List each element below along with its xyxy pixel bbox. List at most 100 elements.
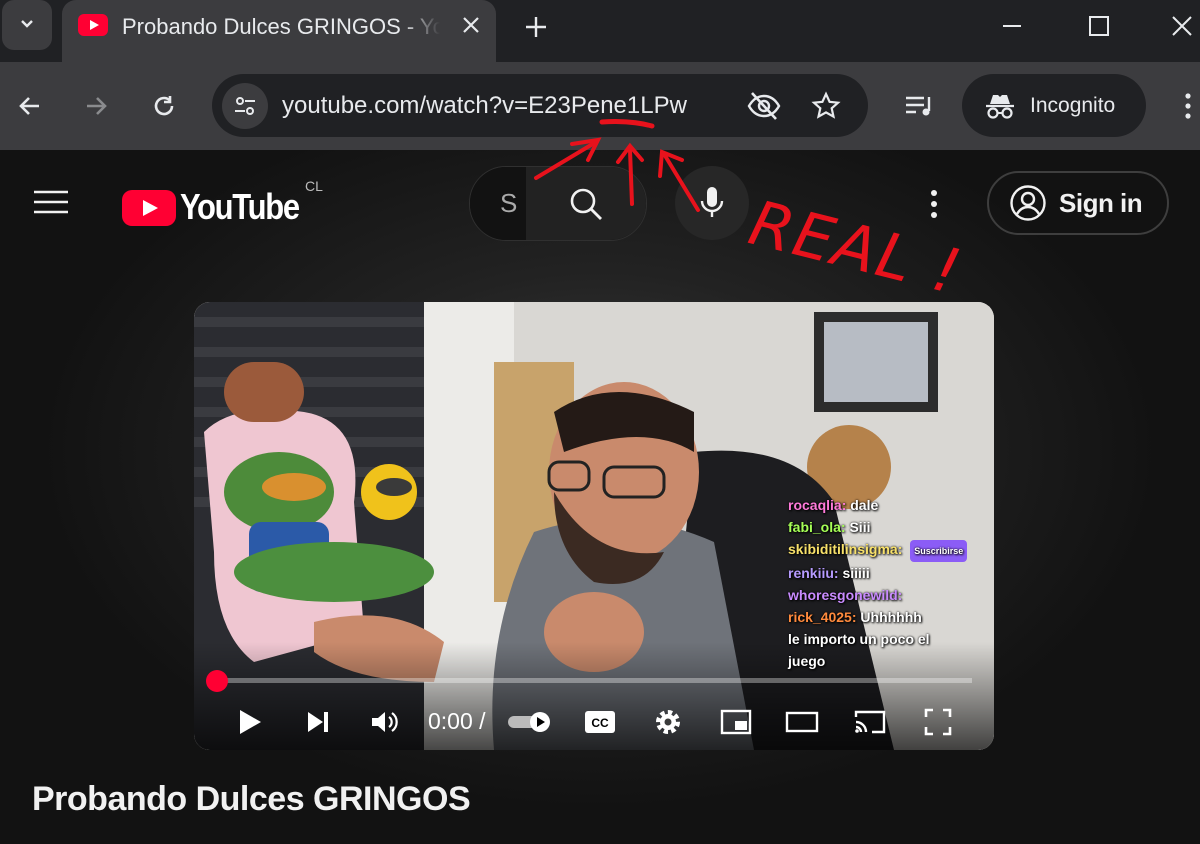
more-vertical-icon (931, 190, 937, 218)
guide-menu-button[interactable] (32, 186, 78, 226)
sign-in-button[interactable]: Sign in (987, 171, 1169, 235)
sign-in-label: Sign in (1059, 187, 1143, 218)
chat-username: rick_4025: (788, 609, 861, 625)
url-text[interactable]: youtube.com/watch?v=E23Pene1LPw (282, 92, 687, 120)
browser-menu-button[interactable] (1166, 84, 1200, 128)
play-button[interactable] (230, 702, 270, 742)
minimize-icon (1003, 25, 1021, 27)
back-button[interactable] (8, 84, 52, 128)
plus-icon (526, 17, 546, 37)
miniplayer-button[interactable] (716, 702, 756, 742)
reload-button[interactable] (142, 84, 186, 128)
maximize-button[interactable] (1077, 6, 1121, 46)
chat-message: whoresgonewild: (788, 584, 988, 606)
settings-more-button[interactable] (916, 184, 952, 224)
fullscreen-icon (924, 708, 952, 736)
star-icon (811, 91, 841, 119)
search-input[interactable]: S (470, 167, 526, 240)
search-box: S (469, 166, 647, 241)
youtube-favicon-icon (78, 14, 108, 36)
chat-message: fabi_ola: Siii (788, 516, 988, 538)
incognito-indicator[interactable]: Incognito (962, 74, 1146, 137)
chat-username: fabi_ola: (788, 519, 850, 535)
more-vertical-icon (1185, 93, 1191, 119)
eye-off-icon (747, 92, 781, 120)
tab-strip: Probando Dulces GRINGOS - YouTube (0, 0, 1200, 62)
hamburger-menu-icon (34, 190, 68, 214)
chat-text: Siii (849, 519, 871, 535)
minimize-button[interactable] (990, 6, 1034, 46)
chat-username: rocaqlia: (788, 497, 851, 513)
chat-username: skibiditilinsigma: (788, 541, 907, 557)
chevron-down-icon (18, 14, 36, 37)
close-window-button[interactable] (1160, 6, 1200, 46)
media-controls-button[interactable] (898, 84, 942, 128)
stream-chat-overlay: rocaqlia: dale fabi_ola: Siii skibiditilin… (788, 494, 988, 672)
new-tab-button[interactable] (515, 6, 557, 48)
chat-message: le importo un poco el (788, 628, 988, 650)
chat-text: dale (850, 497, 879, 513)
arrow-left-icon (19, 97, 39, 115)
video-title: Probando Dulces GRINGOS (32, 780, 471, 818)
arrow-right-icon (87, 97, 107, 115)
progress-bar[interactable] (216, 678, 972, 683)
theater-mode-button[interactable] (782, 702, 822, 742)
chat-message: rick_4025: Uhhhhhh (788, 606, 988, 628)
next-button[interactable] (298, 702, 338, 742)
youtube-logo[interactable]: YouTube CL (122, 178, 332, 230)
scrubber-handle[interactable] (206, 670, 228, 692)
subscribe-badge: Suscribirse (910, 540, 968, 562)
closed-captions-icon: CC (585, 711, 615, 733)
microphone-icon (700, 187, 724, 217)
fullscreen-button[interactable] (918, 702, 958, 742)
chat-message: skibiditilinsigma: Suscribirse (788, 538, 988, 562)
chat-message: rocaqlia: dale (788, 494, 988, 516)
close-icon (463, 17, 479, 33)
voice-search-button[interactable] (675, 166, 749, 240)
miniplayer-icon (720, 709, 752, 735)
account-circle-icon (1010, 185, 1046, 221)
reload-icon (154, 96, 174, 116)
theater-mode-icon (785, 711, 819, 733)
browser-toolbar: youtube.com/watch?v=E23Pene1LPw Incognit… (0, 62, 1200, 150)
chat-message: renkiiu: siiiii (788, 562, 988, 584)
subtitles-button[interactable]: CC (580, 702, 620, 742)
chat-text: Uhhhhhh (860, 609, 922, 625)
play-icon (240, 710, 261, 734)
browser-tab[interactable]: Probando Dulces GRINGOS - YouTube (62, 0, 496, 62)
autoplay-toggle[interactable] (506, 702, 554, 742)
forward-button[interactable] (74, 84, 118, 128)
chat-text: le importo un poco el (788, 631, 930, 647)
volume-icon (372, 712, 398, 732)
video-player[interactable]: rocaqlia: dale fabi_ola: Siii skibiditilin… (194, 302, 994, 750)
youtube-wordmark: YouTube (180, 186, 300, 227)
mute-button[interactable] (364, 702, 404, 742)
svg-text:CC: CC (591, 716, 609, 730)
search-button[interactable] (526, 167, 646, 240)
search-icon (570, 188, 602, 220)
cast-icon (854, 710, 886, 734)
address-bar[interactable]: youtube.com/watch?v=E23Pene1LPw (212, 74, 868, 137)
bookmark-star-button[interactable] (808, 88, 844, 124)
tracking-protection-button[interactable] (746, 88, 782, 124)
gear-icon (656, 710, 680, 734)
skip-next-icon (308, 712, 328, 732)
youtube-play-logo-icon (122, 190, 176, 226)
site-info-button[interactable] (222, 83, 268, 129)
tab-close-button[interactable] (454, 8, 488, 42)
chat-username: renkiiu: (788, 565, 843, 581)
tab-search-button[interactable] (2, 0, 52, 50)
incognito-icon (986, 94, 1014, 119)
country-code: CL (305, 178, 323, 194)
cast-button[interactable] (850, 702, 890, 742)
time-display: 0:00 / 3 (428, 708, 488, 734)
incognito-label: Incognito (1030, 93, 1116, 117)
tune-icon (235, 97, 255, 115)
close-icon (1172, 16, 1192, 36)
autoplay-toggle-icon (508, 712, 550, 732)
maximize-icon (1089, 16, 1109, 36)
chat-username: whoresgonewild: (788, 587, 903, 603)
youtube-page: YouTube CL S Sign in rocaqlia: dale fabi… (0, 150, 1200, 844)
chat-message: juego (788, 650, 988, 672)
settings-button[interactable] (648, 702, 688, 742)
